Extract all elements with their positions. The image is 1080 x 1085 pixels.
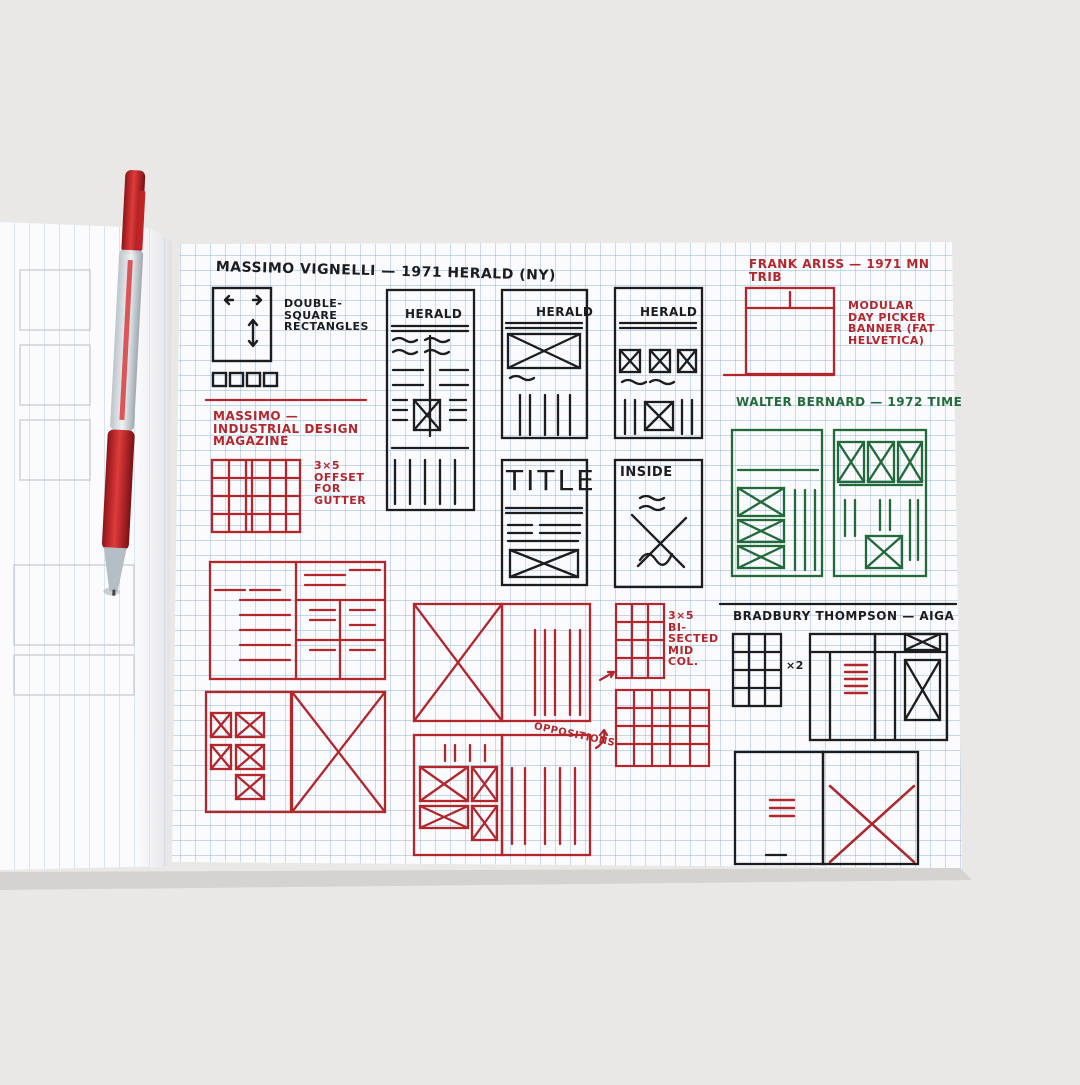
- note-herald-masthead-1: HERALD: [405, 307, 463, 321]
- note-bradbury: BRADBURY THOMPSON — AIGA: [733, 609, 955, 623]
- note-bisected: 3×5 BI-SECTED MID COL.: [668, 609, 719, 669]
- note-herald-masthead-2: HERALD: [536, 305, 594, 319]
- note-title-sketch: TITLE: [506, 464, 597, 497]
- note-walter-bernard: WALTER BERNARD — 1972 TIME: [736, 395, 963, 409]
- note-offset-gutter: 3×5 OFFSET FOR GUTTER: [314, 459, 367, 507]
- sketch-canvas: [0, 170, 972, 890]
- note-modular-banner: MODULAR DAY PICKER BANNER (FAT HELVETICA…: [848, 299, 936, 347]
- note-massimo-industrial: MASSIMO — INDUSTRIAL DESIGN MAGAZINE: [213, 409, 359, 449]
- note-inside-sketch: INSIDE: [620, 465, 673, 480]
- book-shadow: [0, 868, 972, 890]
- note-times-two: ×2: [786, 659, 804, 672]
- note-herald-masthead-3: HERALD: [640, 305, 698, 319]
- notebook-photo: MASSIMO VIGNELLI — 1971 Herald (NY) DOUB…: [0, 0, 1080, 1080]
- note-frank-ariss: FRANK ARISS — 1971 MN TRIB: [749, 257, 930, 284]
- note-double-square: DOUBLE-SQUARE RECTANGLES: [284, 297, 369, 334]
